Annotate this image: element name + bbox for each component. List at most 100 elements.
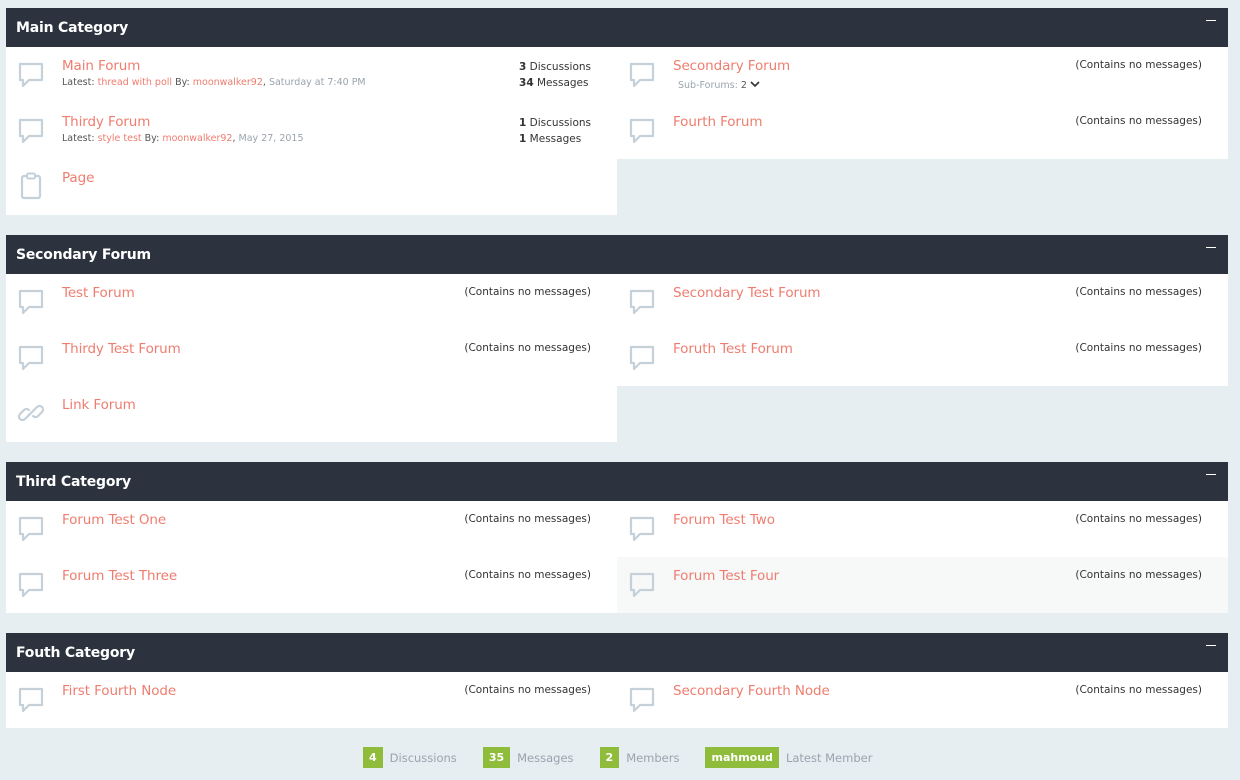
collapse-icon[interactable]	[1204, 464, 1218, 484]
speech-bubble-icon	[16, 569, 46, 599]
speech-bubble-icon	[627, 569, 657, 599]
node-title[interactable]: Page	[62, 170, 94, 186]
category-third: Third Category Forum Test One (Contains …	[6, 462, 1228, 613]
latest-label: Latest:	[62, 133, 98, 144]
no-messages: (Contains no messages)	[464, 569, 591, 581]
node-title[interactable]: Secondary Forum	[673, 58, 790, 74]
latest-date[interactable]: May 27, 2015	[239, 133, 304, 144]
no-messages: (Contains no messages)	[1075, 286, 1202, 298]
chain-link-icon	[16, 398, 46, 428]
messages-label: Messages	[526, 133, 582, 145]
members-badge: 2	[599, 747, 620, 768]
discussions-badge: 4	[363, 747, 383, 768]
forum-node: Forum Test One (Contains no messages)	[6, 501, 617, 557]
sub-forums-label: Sub-Forums:	[678, 80, 741, 91]
discussions-label: Discussions	[526, 61, 591, 73]
category-fourth: Fouth Category First Fourth Node (Contai…	[6, 633, 1228, 728]
no-messages: (Contains no messages)	[1075, 342, 1202, 354]
no-messages: (Contains no messages)	[464, 684, 591, 696]
collapse-icon[interactable]	[1204, 237, 1218, 257]
latest-member-link[interactable]: mahmoud	[705, 747, 779, 768]
sub-forums-count: 2	[740, 80, 747, 91]
node-title[interactable]: Forum Test Two	[673, 512, 775, 528]
latest-thread-link[interactable]: thread with poll	[98, 77, 172, 88]
forum-node: Fourth Forum (Contains no messages)	[617, 103, 1228, 159]
category-secondary: Secondary Forum Test Forum (Contains no …	[6, 235, 1228, 442]
node-title[interactable]: Secondary Fourth Node	[673, 683, 830, 699]
forum-node: Forum Test Three (Contains no messages)	[6, 557, 617, 613]
messages-label: Messages	[517, 750, 574, 765]
node-title[interactable]: Forum Test Three	[62, 568, 177, 584]
messages-badge: 35	[482, 747, 511, 768]
speech-bubble-icon	[627, 286, 657, 316]
forum-node: Foruth Test Forum (Contains no messages)	[617, 330, 1228, 386]
node-stats: 3 Discussions 34 Messages	[519, 59, 591, 91]
sub-forums: Sub-Forums: 2	[678, 80, 760, 91]
discussions-label: Discussions	[526, 117, 591, 129]
clipboard-icon	[16, 171, 46, 201]
node-title[interactable]: First Fourth Node	[62, 683, 176, 699]
speech-bubble-icon	[16, 513, 46, 543]
latest-thread-link[interactable]: style test	[98, 133, 142, 144]
category-header: Fouth Category	[6, 633, 1228, 672]
no-messages: (Contains no messages)	[1075, 569, 1202, 581]
node-title[interactable]: Main Forum	[62, 58, 140, 74]
by-label: By:	[141, 133, 163, 144]
no-messages: (Contains no messages)	[464, 513, 591, 525]
page-node: Page	[6, 159, 617, 215]
category-title[interactable]: Secondary Forum	[16, 247, 151, 263]
members-label: Members	[626, 750, 680, 765]
no-messages: (Contains no messages)	[1075, 59, 1202, 71]
stat-members: 2 Members	[599, 747, 680, 768]
category-main: Main Category Main Forum Latest: thread …	[6, 8, 1228, 215]
latest-user-link[interactable]: moonwalker92	[162, 133, 232, 144]
category-title[interactable]: Fouth Category	[16, 645, 135, 661]
category-header: Secondary Forum	[6, 235, 1228, 274]
stat-discussions: 4 Discussions	[363, 747, 457, 768]
no-messages: (Contains no messages)	[1075, 115, 1202, 127]
node-title[interactable]: Forum Test One	[62, 512, 166, 528]
latest-member-label: Latest Member	[785, 750, 873, 765]
speech-bubble-icon	[16, 115, 46, 145]
category-header: Third Category	[6, 462, 1228, 501]
forum-node: First Fourth Node (Contains no messages)	[6, 672, 617, 728]
node-title[interactable]: Fourth Forum	[673, 114, 763, 130]
latest-post: Latest: style test By: moonwalker92, May…	[62, 133, 304, 144]
speech-bubble-icon	[16, 684, 46, 714]
latest-label: Latest:	[62, 77, 98, 88]
latest-date[interactable]: Saturday at 7:40 PM	[269, 77, 366, 88]
node-title[interactable]: Thirdy Test Forum	[62, 341, 181, 357]
discussions-label: Discussions	[389, 750, 457, 765]
node-title[interactable]: Thirdy Forum	[62, 114, 150, 130]
forum-node: Forum Test Four (Contains no messages)	[617, 557, 1228, 613]
node-title[interactable]: Link Forum	[62, 397, 136, 413]
no-messages: (Contains no messages)	[464, 342, 591, 354]
speech-bubble-icon	[16, 286, 46, 316]
forum-node: Thirdy Forum Latest: style test By: moon…	[6, 103, 617, 159]
messages-label: Messages	[533, 77, 589, 89]
category-header: Main Category	[6, 8, 1228, 47]
node-title[interactable]: Secondary Test Forum	[673, 285, 821, 301]
speech-bubble-icon	[627, 684, 657, 714]
chevron-down-icon[interactable]	[750, 80, 760, 91]
node-title[interactable]: Forum Test Four	[673, 568, 779, 584]
stat-messages: 35 Messages	[482, 747, 574, 768]
category-title[interactable]: Third Category	[16, 474, 131, 490]
node-title[interactable]: Test Forum	[62, 285, 135, 301]
by-label: By:	[172, 77, 193, 88]
forum-node: Secondary Test Forum (Contains no messag…	[617, 274, 1228, 330]
speech-bubble-icon	[627, 59, 657, 89]
forum-node: Test Forum (Contains no messages)	[6, 274, 617, 330]
speech-bubble-icon	[627, 115, 657, 145]
collapse-icon[interactable]	[1204, 635, 1218, 655]
forum-node: Forum Test Two (Contains no messages)	[617, 501, 1228, 557]
forum-node: Thirdy Test Forum (Contains no messages)	[6, 330, 617, 386]
latest-user-link[interactable]: moonwalker92	[193, 77, 263, 88]
forum-node: Secondary Forum Sub-Forums: 2 (Contains …	[617, 47, 1228, 103]
speech-bubble-icon	[627, 342, 657, 372]
messages-count: 34	[519, 77, 534, 89]
node-title[interactable]: Foruth Test Forum	[673, 341, 793, 357]
category-title[interactable]: Main Category	[16, 20, 128, 36]
collapse-icon[interactable]	[1204, 10, 1218, 30]
node-stats: 1 Discussions 1 Messages	[519, 115, 591, 147]
